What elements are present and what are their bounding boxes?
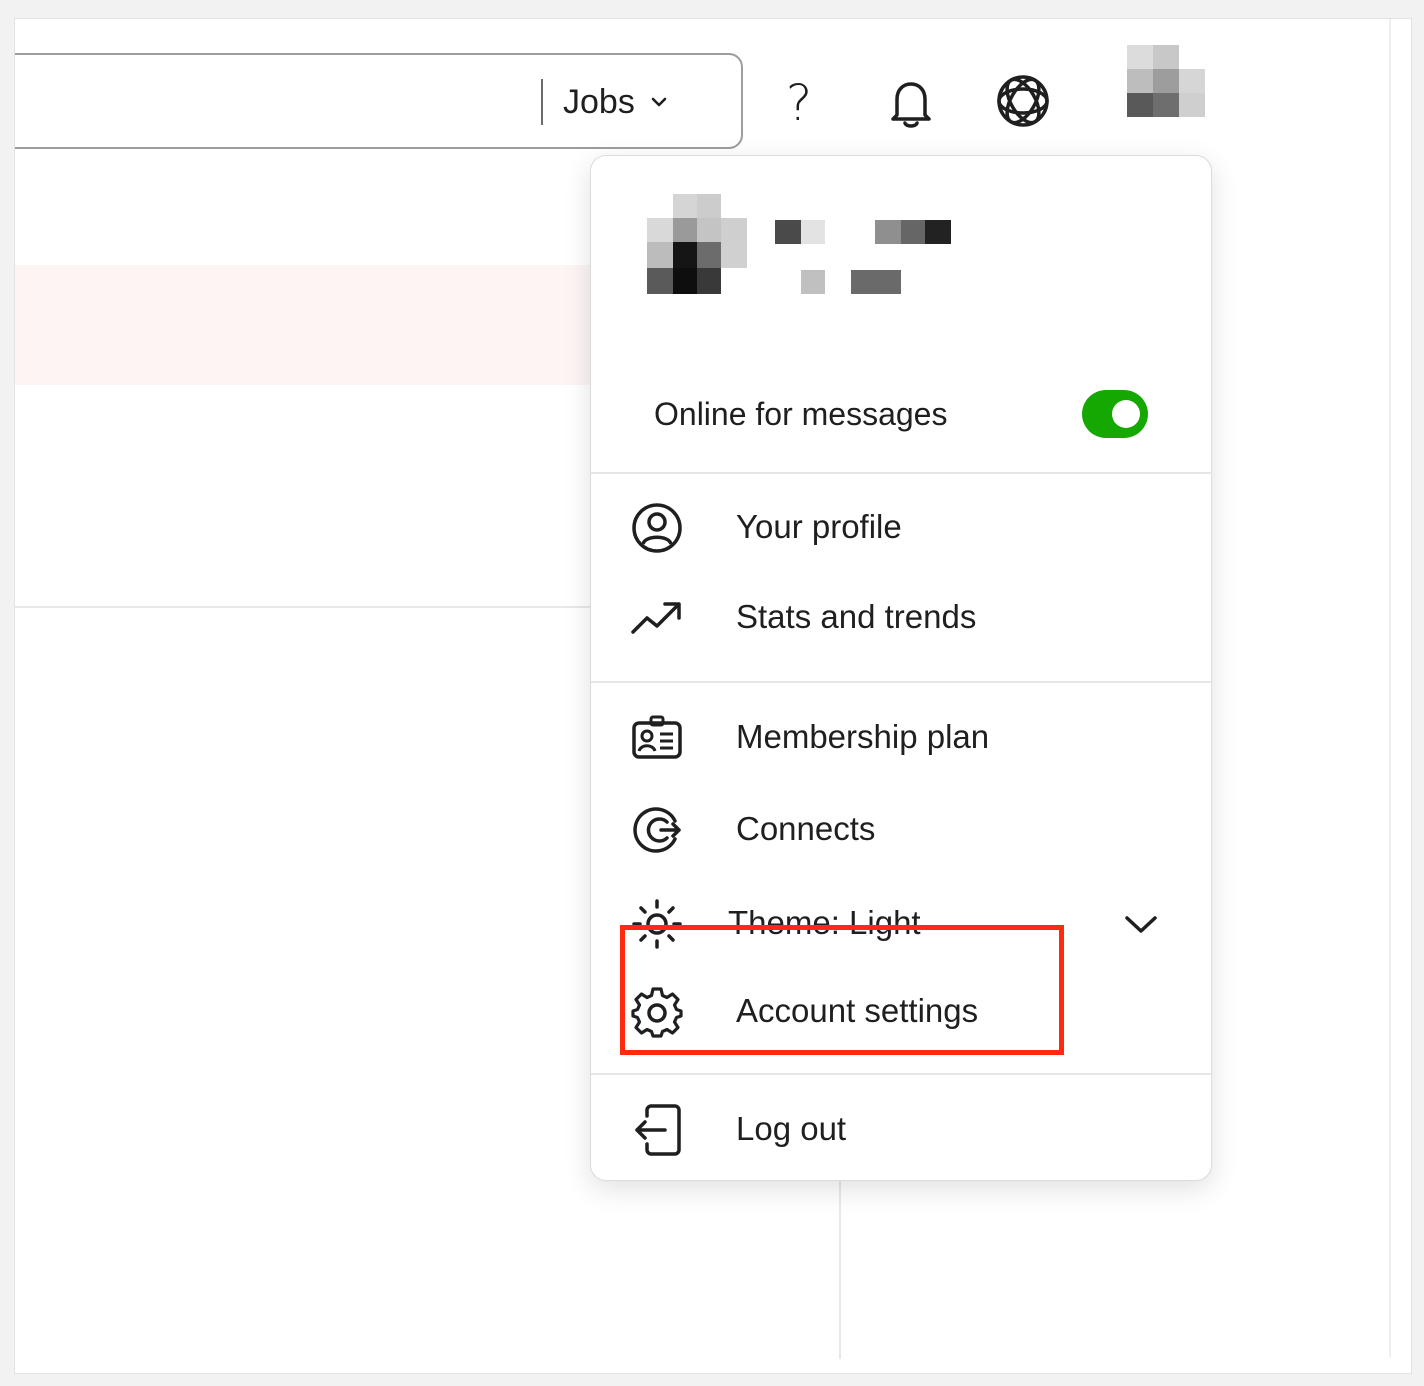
- menu-item-stats-and-trends[interactable]: Stats and trends: [591, 578, 1211, 658]
- toggle-knob: [1112, 400, 1140, 428]
- online-status-row[interactable]: Online for messages: [591, 366, 1211, 462]
- trend-up-icon: [631, 592, 683, 644]
- online-status-label: Online for messages: [654, 395, 948, 432]
- gear-icon: [631, 986, 683, 1038]
- menu-item-label: Connects: [736, 810, 876, 847]
- divider: [15, 606, 595, 608]
- menu-item-label: Theme: Light: [728, 904, 921, 941]
- page-frame: Jobs ? Online for messages Your profile …: [14, 18, 1412, 1374]
- menu-item-connects[interactable]: Connects: [591, 790, 1211, 870]
- notifications-button[interactable]: [879, 71, 943, 135]
- menu-item-label: Account settings: [736, 992, 979, 1029]
- avatar[interactable]: [1127, 45, 1205, 119]
- menu-item-theme[interactable]: Theme: Light: [591, 884, 1211, 964]
- account-menu: Online for messages Your profile Stats a…: [590, 155, 1212, 1181]
- menu-item-your-profile[interactable]: Your profile: [591, 488, 1211, 568]
- menu-avatar: [647, 194, 749, 296]
- menu-item-label: Your profile: [736, 508, 902, 545]
- menu-item-label: Log out: [736, 1110, 847, 1147]
- menu-item-label: Stats and trends: [736, 598, 977, 635]
- user-circle-icon: [631, 502, 683, 554]
- menu-item-log-out[interactable]: Log out: [591, 1090, 1211, 1170]
- menu-user-name: [775, 220, 955, 300]
- bell-icon: [891, 82, 931, 128]
- menu-separator: [591, 681, 1211, 683]
- chevron-down-icon: [651, 97, 667, 107]
- id-badge-icon: [631, 712, 683, 764]
- menu-item-account-settings[interactable]: Account settings: [591, 972, 1211, 1052]
- network-button[interactable]: [991, 69, 1055, 133]
- chevron-down-icon: [1125, 916, 1157, 933]
- notice-banner: [15, 265, 595, 385]
- menu-item-label: Membership plan: [736, 718, 990, 755]
- online-toggle[interactable]: [1082, 390, 1148, 438]
- avatar-image: [1127, 45, 1205, 117]
- menu-item-membership-plan[interactable]: Membership plan: [591, 698, 1211, 778]
- logout-icon: [631, 1104, 683, 1156]
- search-scope-label: Jobs: [563, 82, 635, 121]
- search-scope-select[interactable]: Jobs: [563, 73, 669, 131]
- search-bar[interactable]: Jobs: [15, 53, 743, 149]
- sun-icon: [631, 898, 683, 950]
- search-divider: [541, 79, 543, 125]
- network-icon: [997, 75, 1049, 127]
- help-icon: ?: [785, 74, 813, 132]
- menu-separator: [591, 472, 1211, 474]
- divider: [839, 1179, 841, 1359]
- menu-separator: [591, 1073, 1211, 1075]
- connects-icon: [631, 804, 683, 856]
- divider: [1389, 19, 1391, 1357]
- help-button[interactable]: ?: [767, 71, 831, 135]
